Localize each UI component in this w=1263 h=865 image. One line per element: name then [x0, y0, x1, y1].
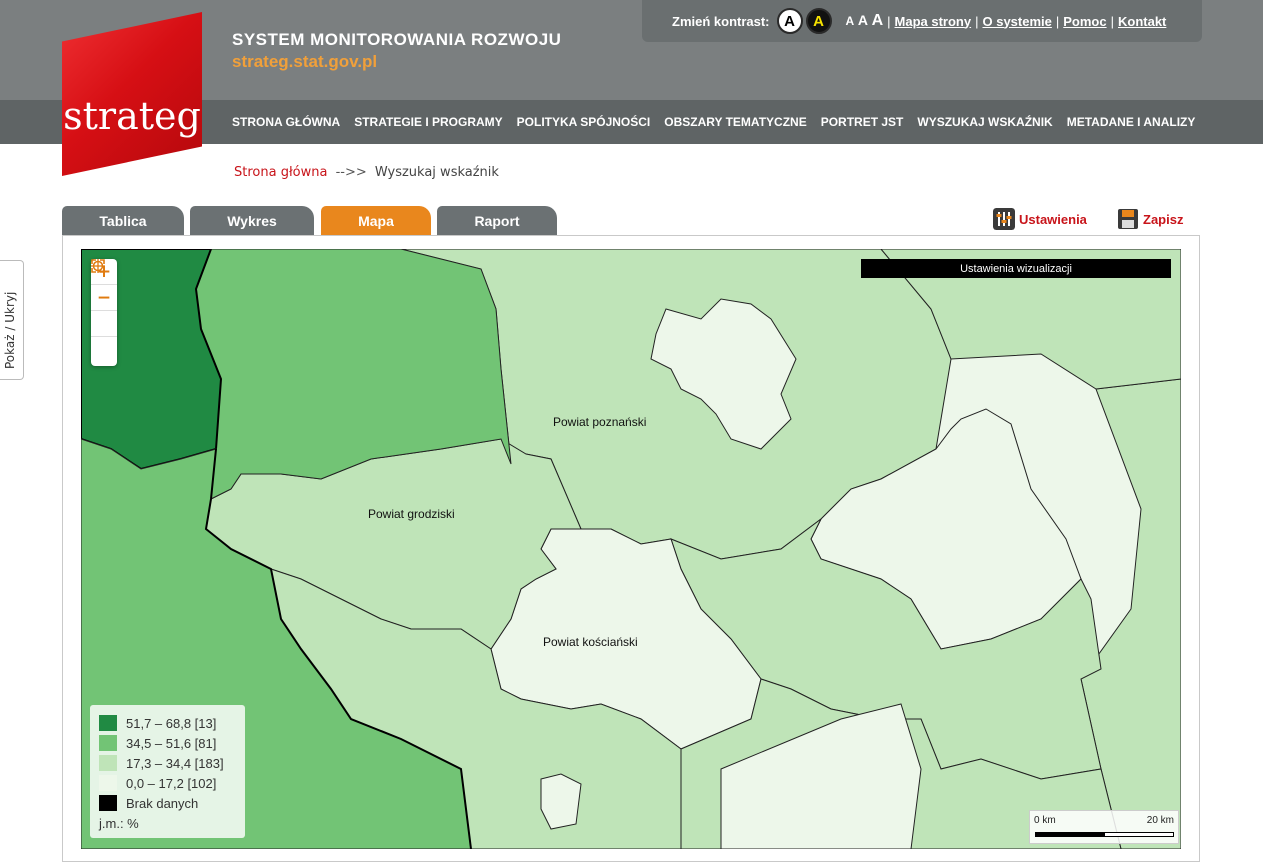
tab-mapa[interactable]: Mapa: [321, 206, 431, 236]
separator: |: [975, 13, 979, 29]
legend-swatch: [99, 715, 117, 731]
nav-item-cohesion-policy[interactable]: POLITYKA SPÓJNOŚCI: [517, 115, 651, 129]
legend-swatch: [99, 755, 117, 771]
nav-item-thematic-areas[interactable]: OBSZARY TEMATYCZNE: [664, 115, 806, 129]
breadcrumb: Strona główna -->> Wyszukaj wskaźnik: [234, 165, 499, 180]
nav-item-jst-portrait[interactable]: PORTRET JST: [821, 115, 904, 129]
contrast-label: Zmień kontrast:: [672, 13, 770, 29]
main-nav: STRONA GŁÓWNA STRATEGIE I PROGRAMY POLIT…: [232, 100, 1209, 144]
choropleth-map[interactable]: [81, 249, 1181, 849]
sliders-icon: [993, 208, 1015, 230]
legend-label: Brak danych: [126, 795, 199, 811]
legend-item: 0,0 – 17,2 [102]: [99, 773, 236, 793]
tab-tablica[interactable]: Tablica: [62, 206, 184, 236]
settings-label: Ustawienia: [1019, 211, 1087, 227]
legend-item: 34,5 – 51,6 [81]: [99, 733, 236, 753]
label-powiat-grodziski: Powiat grodziski: [368, 507, 455, 521]
legend-item: Brak danych: [99, 793, 236, 813]
map-controls: + −: [91, 259, 117, 366]
map-legend: 51,7 – 68,8 [13] 34,5 – 51,6 [81] 17,3 –…: [90, 705, 245, 838]
legend-label: 17,3 – 34,4 [183]: [126, 755, 224, 771]
breadcrumb-separator: -->>: [335, 165, 367, 180]
expand-icon: [91, 259, 105, 273]
separator: |: [1055, 13, 1060, 29]
visualization-settings-button[interactable]: Ustawienia wizualizacji: [861, 259, 1171, 278]
legend-swatch: [99, 775, 117, 791]
nav-item-metadata[interactable]: METADANE I ANALIZY: [1067, 115, 1196, 129]
legend-swatch: [99, 795, 117, 811]
utility-bar: Zmień kontrast: A A A A A | Mapa strony …: [642, 0, 1202, 42]
legend-label: 0,0 – 17,2 [102]: [126, 775, 217, 791]
save-button[interactable]: Zapisz: [1117, 208, 1183, 230]
nav-item-home[interactable]: STRONA GŁÓWNA: [232, 115, 340, 129]
nav-item-search-indicator[interactable]: WYSZUKAJ WSKAŹNIK: [917, 115, 1052, 129]
label-powiat-poznanski: Powiat poznański: [553, 415, 647, 429]
save-label: Zapisz: [1143, 211, 1184, 227]
floppy-disk-icon: [1118, 209, 1138, 229]
legend-unit: j.m.: %: [99, 816, 139, 831]
map-canvas[interactable]: Powiat poznański Powiat grodziski Powiat…: [81, 249, 1181, 849]
font-medium-button[interactable]: A: [858, 12, 868, 28]
show-hide-label: Pokaż / Ukryj: [3, 291, 17, 369]
page: strateg SYSTEM MONITOROWANIA ROZWOJU str…: [0, 0, 1263, 865]
contact-link[interactable]: Kontakt: [1118, 14, 1166, 29]
legend-item: 51,7 – 68,8 [13]: [99, 713, 236, 733]
show-hide-toggle[interactable]: Pokaż / Ukryj: [0, 260, 24, 380]
fullscreen-button[interactable]: [91, 259, 117, 363]
legend-swatch: [99, 735, 117, 751]
site-url[interactable]: strateg.stat.gov.pl: [232, 52, 377, 72]
tab-wykres[interactable]: Wykres: [190, 206, 314, 236]
nav-item-strategies[interactable]: STRATEGIE I PROGRAMY: [354, 115, 502, 129]
separator: |: [887, 13, 891, 29]
legend-label: 51,7 – 68,8 [13]: [126, 715, 217, 731]
contrast-normal-button[interactable]: A: [776, 8, 803, 34]
help-link[interactable]: Pomoc: [1063, 14, 1106, 29]
scale-bar-line: [1035, 832, 1174, 837]
separator: |: [1110, 13, 1114, 29]
logo-text: strateg: [63, 94, 201, 138]
zoom-out-button[interactable]: −: [91, 285, 117, 311]
scale-min-label: 0 km: [1034, 815, 1056, 826]
legend-label: 34,5 – 51,6 [81]: [126, 735, 217, 751]
font-small-button[interactable]: A: [846, 14, 855, 28]
font-large-button[interactable]: A: [872, 12, 884, 29]
scale-max-label: 20 km: [1146, 815, 1174, 826]
tab-raport[interactable]: Raport: [437, 206, 557, 236]
breadcrumb-current: Wyszukaj wskaźnik: [374, 165, 499, 180]
label-powiat-koscianski: Powiat kościański: [543, 635, 638, 649]
contrast-high-button[interactable]: A: [805, 8, 832, 34]
site-title: SYSTEM MONITOROWANIA ROZWOJU: [232, 30, 562, 49]
about-link[interactable]: O systemie: [982, 14, 1051, 29]
scale-bar: 0 km 20 km: [1029, 810, 1179, 844]
locate-button[interactable]: [91, 259, 117, 337]
legend-item: 17,3 – 34,4 [183]: [99, 753, 236, 773]
sitemap-link[interactable]: Mapa strony: [895, 14, 972, 29]
region-small-white: [540, 773, 582, 830]
breadcrumb-home-link[interactable]: Strona główna: [234, 165, 327, 180]
settings-button[interactable]: Ustawienia: [993, 208, 1087, 230]
